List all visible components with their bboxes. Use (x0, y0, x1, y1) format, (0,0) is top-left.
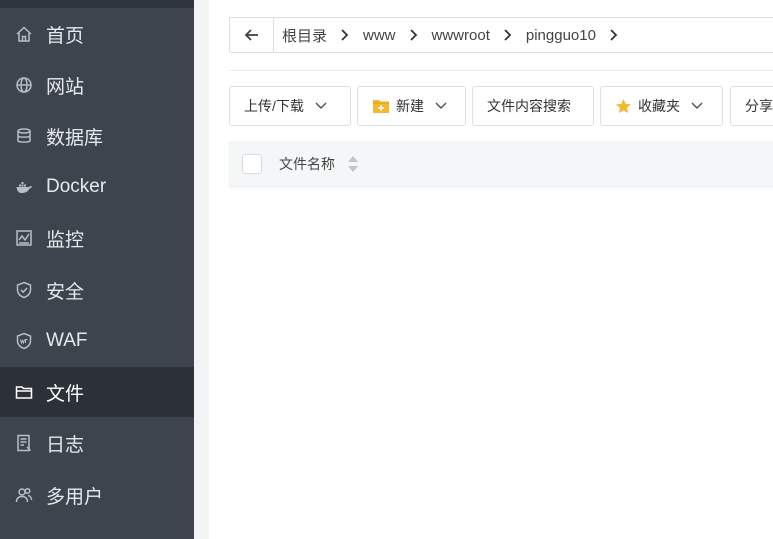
docker-icon (15, 178, 33, 196)
breadcrumb: 根目录 www wwwroot pingguo10 (229, 17, 773, 53)
breadcrumb-item-current[interactable]: pingguo10 (512, 27, 618, 44)
upload-download-button[interactable]: 上传/下载 (229, 86, 351, 126)
sidebar-item-website[interactable]: 网站 (0, 60, 194, 110)
favorites-button[interactable]: 收藏夹 (600, 86, 723, 126)
sidebar-top-strip (0, 0, 194, 8)
sidebar-item-waf[interactable]: WAF (0, 316, 194, 366)
sidebar-item-label: WAF (46, 330, 88, 351)
chevron-down-icon (690, 101, 704, 111)
users-icon (15, 486, 33, 504)
waf-shield-icon (15, 332, 33, 350)
new-folder-icon (372, 98, 390, 114)
sidebar-item-label: Docker (46, 176, 107, 197)
sidebar-item-label: 网站 (46, 76, 85, 98)
chevron-down-icon (434, 101, 448, 111)
sort-icon[interactable] (347, 155, 359, 173)
star-icon (615, 98, 632, 115)
sidebar-item-label: 安全 (46, 281, 85, 303)
sidebar-item-docker[interactable]: Docker (0, 162, 194, 212)
select-all-checkbox[interactable] (242, 153, 262, 174)
database-icon (15, 127, 33, 145)
sidebar-item-label: 文件 (46, 383, 85, 405)
chevron-down-icon (314, 101, 328, 111)
share-button[interactable]: 分享 (730, 86, 773, 126)
sidebar-item-label: 多用户 (46, 486, 104, 508)
file-manager-main: 根目录 www wwwroot pingguo10 上传/下载 新建 文件内容搜… (209, 0, 773, 539)
chevron-right-icon (408, 28, 418, 42)
shield-icon (15, 281, 33, 299)
sidebar-item-home[interactable]: 首页 (0, 9, 194, 59)
sidebar: 首页 网站 数据库 Docker 监控 安全 WAF 文件 日志 多用户 (0, 0, 194, 539)
back-button[interactable] (230, 18, 274, 52)
file-table-header: 文件名称 (229, 141, 773, 187)
breadcrumb-item-wwwroot[interactable]: wwwroot (418, 27, 512, 44)
sidebar-item-security[interactable]: 安全 (0, 265, 194, 315)
arrow-left-icon (244, 29, 258, 41)
breadcrumb-item-root[interactable]: 根目录 (274, 25, 349, 46)
new-button[interactable]: 新建 (357, 86, 466, 126)
sidebar-item-monitor[interactable]: 监控 (0, 213, 194, 263)
sidebar-item-logs[interactable]: 日志 (0, 418, 194, 468)
log-icon (15, 434, 33, 452)
home-icon (15, 25, 33, 43)
sidebar-item-label: 日志 (46, 434, 85, 456)
breadcrumb-item-www[interactable]: www (349, 27, 418, 44)
chevron-right-icon (339, 28, 349, 42)
sidebar-item-users[interactable]: 多用户 (0, 470, 194, 520)
folder-icon (15, 383, 33, 401)
sidebar-item-files[interactable]: 文件 (0, 367, 194, 417)
globe-icon (15, 76, 33, 94)
divider (229, 70, 773, 71)
chevron-right-icon (608, 28, 618, 42)
chevron-right-icon (502, 28, 512, 42)
sidebar-item-label: 首页 (46, 25, 85, 47)
sidebar-item-database[interactable]: 数据库 (0, 111, 194, 161)
column-header-filename[interactable]: 文件名称 (279, 154, 359, 174)
content-search-button[interactable]: 文件内容搜索 (472, 86, 594, 126)
layout-gutter (194, 0, 209, 539)
toolbar: 上传/下载 新建 文件内容搜索 收藏夹 分享 (229, 86, 773, 126)
sidebar-item-label: 数据库 (46, 127, 104, 149)
monitor-icon (15, 229, 33, 247)
sidebar-item-label: 监控 (46, 229, 85, 251)
